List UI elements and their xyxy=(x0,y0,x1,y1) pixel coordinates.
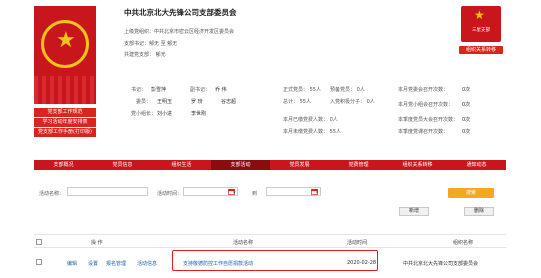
stat-dues-unpaid: 本月未缴党费人数： 55人 xyxy=(283,129,341,135)
group-leader-name: 刘小进 xyxy=(157,111,173,117)
tab-member-development[interactable]: 党员发展 xyxy=(270,160,329,170)
committee-label: 委员： xyxy=(136,99,152,105)
stat-party-lectures-label: 本季度党课召开次数： xyxy=(398,129,449,135)
side-button-group: 党支部工作规范 学习活动年度安排表 党支部工作手册(打印版) xyxy=(34,108,96,138)
tab-branch-activities[interactable]: 支部活动 xyxy=(211,160,270,170)
group-leader-label: 党小组长： xyxy=(131,111,157,117)
header-activity-name: 活动名称 xyxy=(233,240,254,246)
star-branch-badge: ★ 三星支部 xyxy=(461,6,501,42)
secretary-info-text: 支部书记：郁无 至 郁无 xyxy=(124,41,178,47)
tab-org-life[interactable]: 组织生活 xyxy=(152,160,211,170)
org-transfer-button[interactable]: 组织关系转移 xyxy=(459,46,503,54)
tab-member-info[interactable]: 党员信息 xyxy=(93,160,152,170)
search-button[interactable]: 搜索 xyxy=(448,188,494,198)
stat-committee-meetings-value: 0次 xyxy=(462,87,471,93)
select-all-checkbox[interactable] xyxy=(36,239,42,245)
stat-dues-paid: 本月已缴党费人数： 0人 xyxy=(283,117,338,123)
org-name-cell: 中共北京北大先锋公司支部委员会 xyxy=(403,261,479,267)
row-checkbox[interactable] xyxy=(36,259,42,265)
parent-org-text: 上级党组织：中共北京市密云区经济开发区委员会 xyxy=(124,29,235,35)
star-icon: ★ xyxy=(474,8,485,22)
stat-total-members: 总计： 55人 xyxy=(283,99,311,105)
chevron-down-icon[interactable]: ▾ xyxy=(233,190,236,196)
tab-org-transfer[interactable]: 组织关系转移 xyxy=(388,160,447,170)
party-emblem-image: ★ xyxy=(34,6,96,104)
stat-formal-members: 正式党员： 55人 xyxy=(283,87,321,93)
secretary-name: 彭雪萍 xyxy=(151,87,167,93)
badge-label: 三星支部 xyxy=(472,28,490,33)
highlight-box xyxy=(172,250,378,271)
edit-link[interactable]: 编辑 xyxy=(67,260,77,267)
page-title: 中共北京北大先锋公司支部委员会 xyxy=(124,8,237,17)
activity-name-label: 活动名称： xyxy=(39,191,65,197)
builder-info-text: 共建党支部： 郁无 xyxy=(124,52,166,58)
stat-member-congress-label: 本季度党员大会召开次数： xyxy=(398,117,459,123)
header-org-name: 组织名称 xyxy=(453,240,474,246)
stat-group-meetings-label: 本月党小组会召开次数： xyxy=(398,102,454,108)
chevron-down-icon[interactable]: ▾ xyxy=(316,190,319,196)
secretary-label: 书记： xyxy=(131,87,147,93)
main-tab-bar: 支部概况 党员信息 组织生活 支部活动 党员发展 党费管理 组织关系转移 通知动… xyxy=(34,160,506,170)
header-operations: 操 作 xyxy=(91,240,103,246)
activity-time-label: 活动时间： xyxy=(157,191,183,197)
side-button-work-manual[interactable]: 党支部工作手册(打印版) xyxy=(34,128,96,137)
stat-committee-meetings-label: 本月党委会召开次数： xyxy=(398,87,449,93)
activity-name-input[interactable] xyxy=(67,187,148,196)
header-activity-time: 活动时间 xyxy=(347,240,368,246)
add-button[interactable]: 新增 xyxy=(399,207,429,216)
tab-branch-overview[interactable]: 支部概况 xyxy=(34,160,93,170)
committee-member: 罗 玢 xyxy=(191,99,203,105)
stat-party-lectures-value: 0次 xyxy=(462,129,471,135)
deputy-label: 副书记： xyxy=(190,87,211,93)
settings-link[interactable]: 设置 xyxy=(88,260,98,267)
committee-member: 谷志超 xyxy=(221,99,237,105)
stat-activists: 入党积极分子： 0人 xyxy=(330,99,375,105)
side-button-study-plan[interactable]: 学习活动年度安排表 xyxy=(34,118,96,127)
stat-member-congress-value: 0次 xyxy=(462,117,471,123)
stat-probationary-members: 预备党员： 0人 xyxy=(330,87,365,93)
delete-button[interactable]: 删除 xyxy=(464,207,494,216)
tab-notifications[interactable]: 通知动态 xyxy=(447,160,506,170)
stat-group-meetings-value: 0次 xyxy=(462,102,471,108)
group-leader-name: 李世刚 xyxy=(191,111,207,117)
registration-link[interactable]: 报名管理 xyxy=(106,260,126,267)
table-header: 操 作 活动名称 活动时间 组织名称 xyxy=(34,234,506,248)
star-icon: ★ xyxy=(56,28,76,53)
side-button-work-norms[interactable]: 党支部工作规范 xyxy=(34,108,96,117)
committee-member: 王明玉 xyxy=(157,99,173,105)
tab-dues-management[interactable]: 党费管理 xyxy=(329,160,388,170)
activity-info-link[interactable]: 活动信息 xyxy=(137,260,157,267)
deputy-name: 乔 伟 xyxy=(215,87,227,93)
date-range-to-label: 到 xyxy=(252,191,258,197)
